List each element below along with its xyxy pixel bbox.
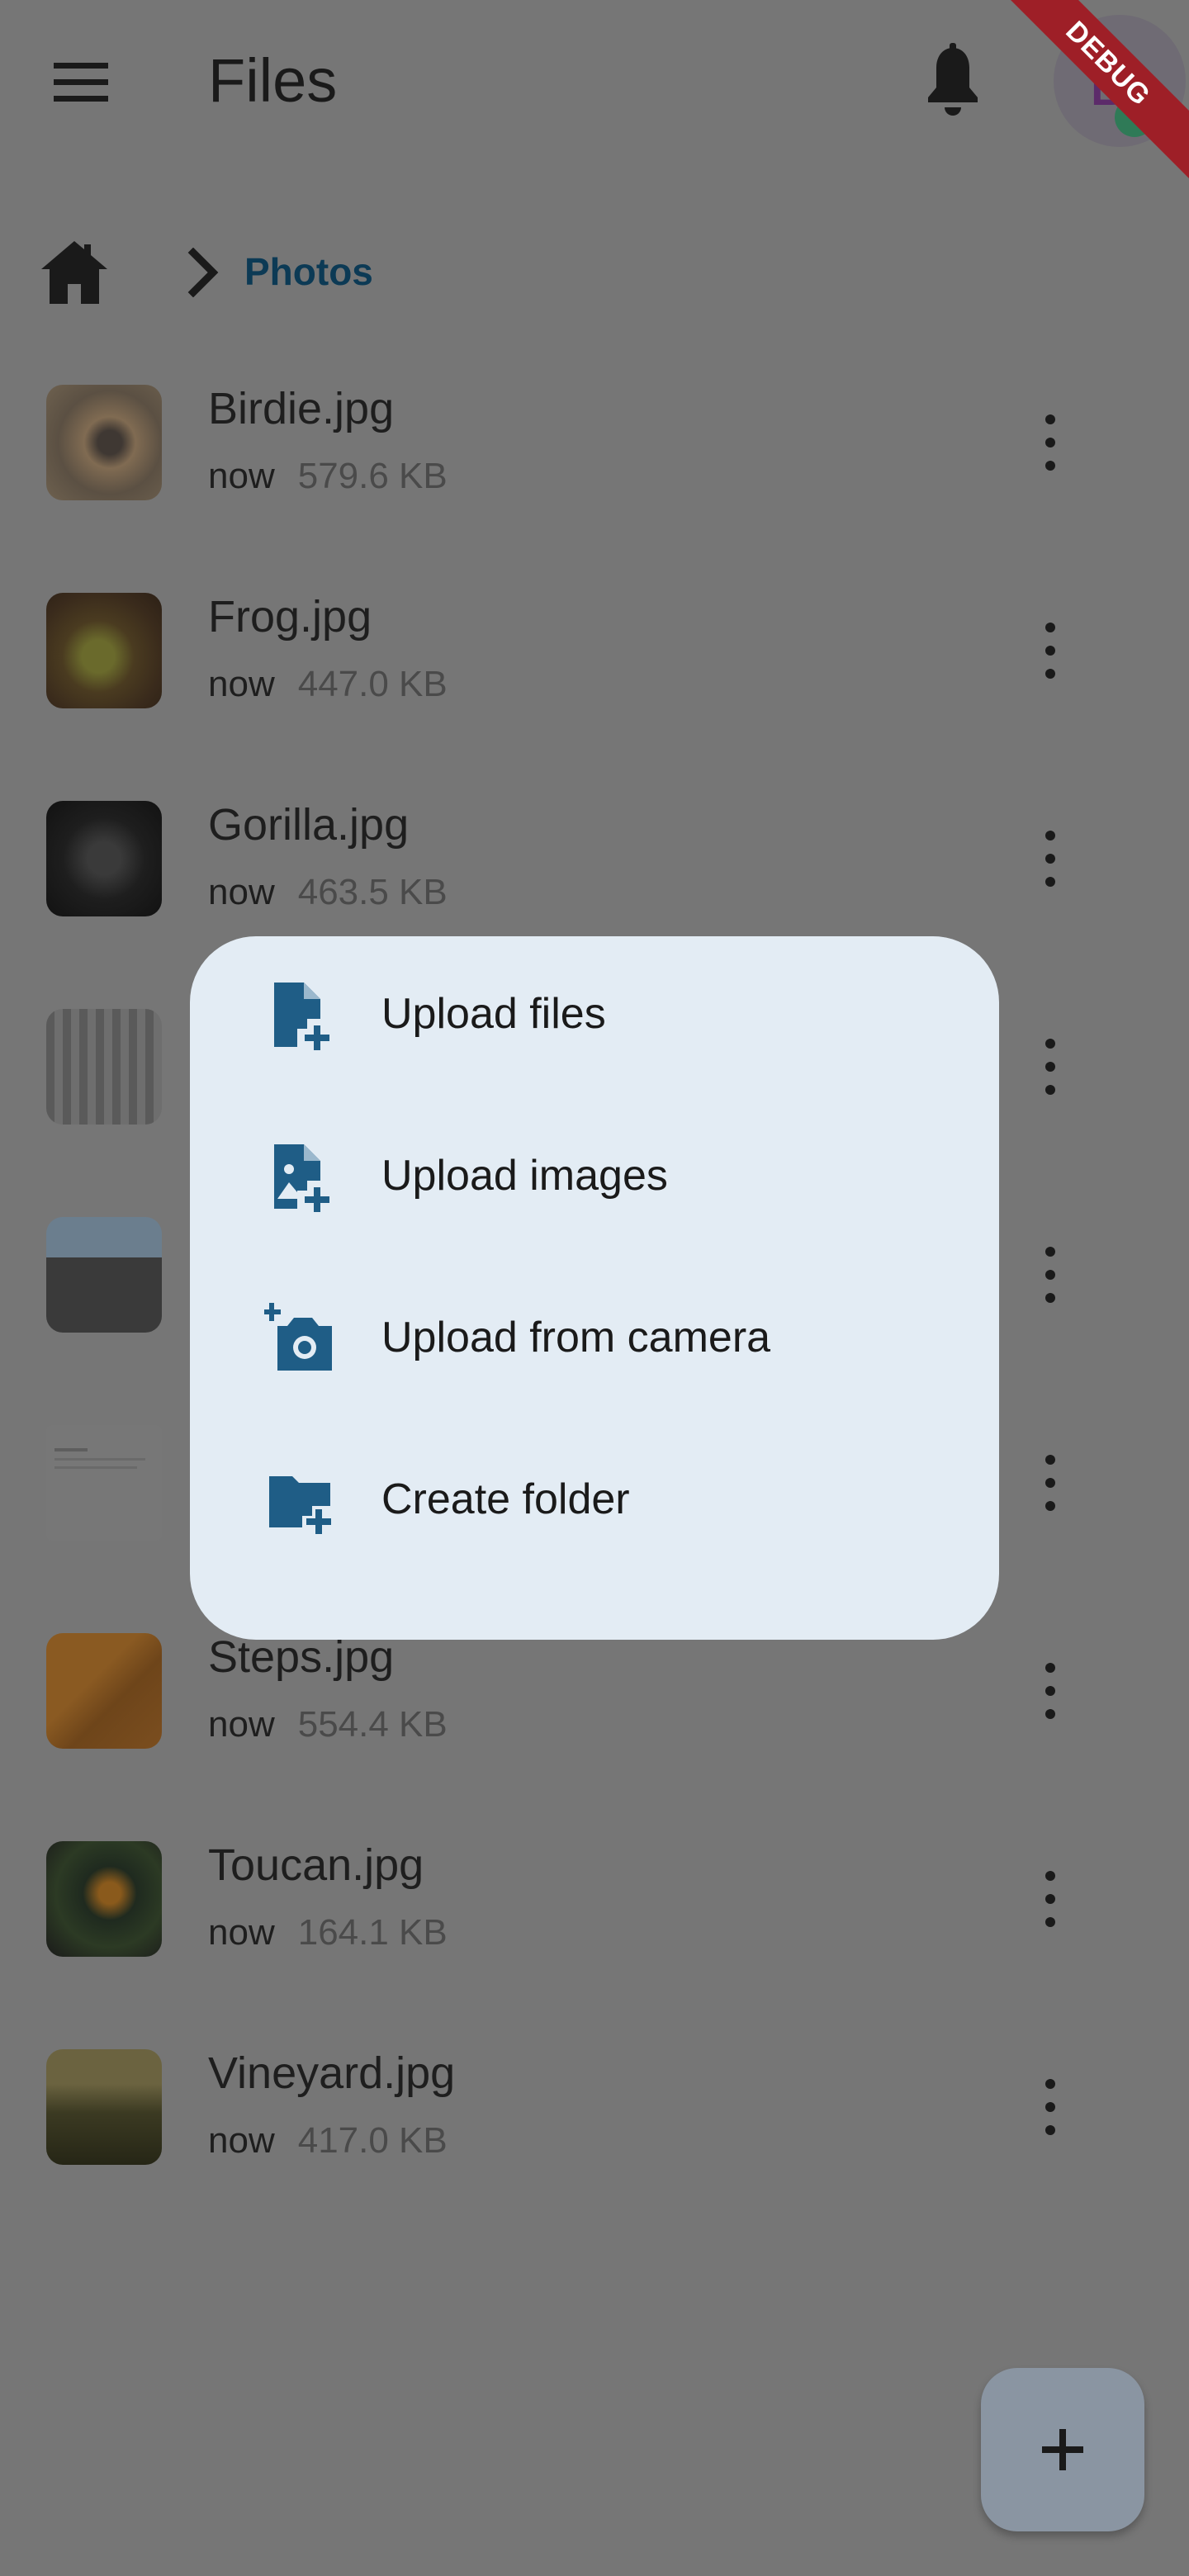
file-name: Toucan.jpg: [208, 1840, 424, 1890]
more-options-button[interactable]: [1030, 826, 1070, 892]
file-name: Vineyard.jpg: [208, 2048, 456, 2098]
more-vert-icon: [1045, 1039, 1055, 1049]
add-fab-button[interactable]: [981, 2368, 1144, 2531]
file-meta: now 463.5 KB: [208, 872, 448, 913]
file-thumbnail: [46, 2049, 162, 2165]
file-modified: now: [208, 2120, 275, 2161]
file-thumbnail: [46, 1217, 162, 1333]
file-size: 554.4 KB: [297, 1704, 448, 1745]
more-vert-icon: [1045, 2079, 1055, 2089]
home-icon: [41, 241, 107, 304]
file-size: 579.6 KB: [297, 456, 448, 496]
breadcrumb: Photos: [40, 231, 535, 314]
notifications-button[interactable]: [918, 43, 988, 122]
file-thumbnail: [46, 1841, 162, 1957]
file-meta: now 447.0 KB: [208, 664, 448, 705]
file-modified: now: [208, 872, 275, 912]
more-vert-icon: [1045, 1455, 1055, 1465]
file-modified: now: [208, 456, 275, 496]
more-options-button[interactable]: [1030, 1866, 1070, 1932]
menu-item-upload-images[interactable]: Upload images: [190, 1098, 999, 1260]
file-size: 417.0 KB: [297, 2120, 448, 2161]
menu-button[interactable]: [40, 45, 122, 121]
folder-add-icon: [269, 1476, 331, 1534]
file-row[interactable]: Vineyard.jpg now 417.0 KB: [0, 2031, 1189, 2239]
file-row[interactable]: Birdie.jpg now 579.6 KB: [0, 367, 1189, 575]
page-title: Files: [208, 46, 338, 115]
breadcrumb-home[interactable]: [40, 238, 109, 307]
more-vert-icon: [1045, 831, 1055, 841]
file-thumbnail: [46, 1425, 162, 1541]
menu-item-label: Upload images: [381, 1152, 668, 1200]
camera-add-icon: [264, 1303, 332, 1371]
more-vert-icon: [1045, 623, 1055, 632]
file-row[interactable]: Steps.jpg now 554.4 KB: [0, 1615, 1189, 1823]
menu-item-upload-files[interactable]: Upload files: [190, 936, 999, 1098]
top-app-bar: Files D DEBUG: [0, 0, 1189, 192]
file-name: Birdie.jpg: [208, 384, 395, 433]
file-thumbnail: [46, 1009, 162, 1125]
more-options-button[interactable]: [1030, 1658, 1070, 1724]
files-screen: Files D DEBUG Photos Birdie.jpg: [0, 0, 1189, 2576]
more-options-button[interactable]: [1030, 618, 1070, 684]
file-name: Gorilla.jpg: [208, 800, 410, 850]
more-vert-icon: [1045, 1663, 1055, 1673]
file-row[interactable]: Toucan.jpg now 164.1 KB: [0, 1823, 1189, 2031]
file-modified: now: [208, 664, 275, 704]
file-modified: now: [208, 1912, 275, 1953]
file-thumbnail: [46, 1633, 162, 1749]
file-size: 164.1 KB: [297, 1912, 448, 1953]
upload-menu: Upload files Upload images Upload from c…: [190, 936, 999, 1640]
more-options-button[interactable]: [1030, 2074, 1070, 2140]
file-size: 463.5 KB: [297, 872, 448, 912]
chevron-right-icon: [187, 248, 219, 297]
hamburger-menu-icon: [54, 63, 108, 102]
file-modified: now: [208, 1704, 275, 1745]
file-thumbnail: [46, 385, 162, 500]
file-row[interactable]: Frog.jpg now 447.0 KB: [0, 575, 1189, 783]
file-meta: now 554.4 KB: [208, 1704, 448, 1745]
menu-item-upload-from-camera[interactable]: Upload from camera: [190, 1260, 999, 1422]
more-options-button[interactable]: [1030, 410, 1070, 476]
menu-item-label: Upload from camera: [381, 1314, 771, 1361]
more-options-button[interactable]: [1030, 1242, 1070, 1308]
upload-file-icon: [274, 983, 329, 1050]
bell-icon: [928, 43, 978, 116]
menu-item-label: Create folder: [381, 1475, 630, 1523]
menu-item-label: Upload files: [381, 990, 606, 1038]
file-meta: now 579.6 KB: [208, 456, 448, 497]
file-name: Frog.jpg: [208, 592, 372, 642]
file-thumbnail: [46, 801, 162, 916]
more-vert-icon: [1045, 1871, 1055, 1881]
upload-image-icon: [274, 1144, 329, 1212]
more-options-button[interactable]: [1030, 1450, 1070, 1516]
breadcrumb-photos[interactable]: Photos: [244, 249, 373, 294]
file-size: 447.0 KB: [297, 664, 448, 704]
more-vert-icon: [1045, 414, 1055, 424]
file-meta: now 417.0 KB: [208, 2120, 448, 2162]
menu-item-create-folder[interactable]: Create folder: [190, 1422, 999, 1584]
file-thumbnail: [46, 593, 162, 708]
more-options-button[interactable]: [1030, 1034, 1070, 1100]
plus-icon: [1042, 2429, 1083, 2470]
file-meta: now 164.1 KB: [208, 1912, 448, 1953]
more-vert-icon: [1045, 1247, 1055, 1257]
